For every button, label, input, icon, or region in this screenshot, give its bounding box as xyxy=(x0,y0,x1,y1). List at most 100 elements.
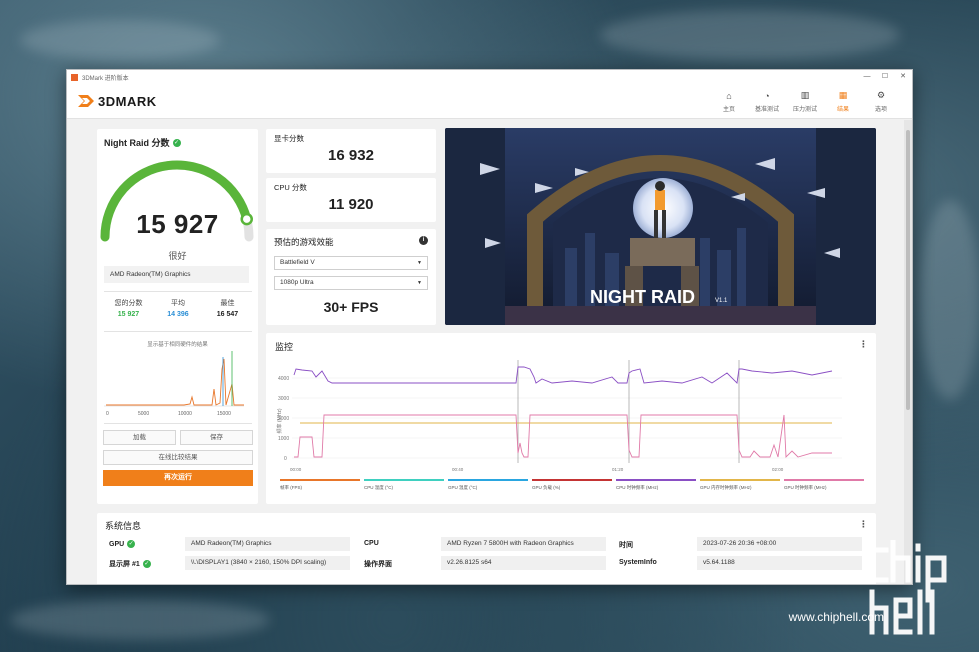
stat-best: 最佳 16 547 xyxy=(203,298,252,318)
y-tick: 2000 xyxy=(278,416,289,422)
more-options-icon[interactable]: ⋮ xyxy=(859,519,868,530)
graphics-score-label: 显卡分数 xyxy=(274,134,304,143)
histogram-caption: 显示基于相同硬件的结果 xyxy=(147,342,208,348)
save-button[interactable]: 保存 xyxy=(180,430,253,445)
score-title: Night Raid 分数 ✓ xyxy=(104,136,181,149)
cpu-score-card: CPU 分数 11 920 xyxy=(266,178,436,222)
scrollbar-thumb[interactable] xyxy=(906,130,910,410)
night-raid-banner: NIGHT RAID V1.1 xyxy=(445,128,876,325)
nav-stress-tests[interactable]: ▥ 压力测试 xyxy=(786,90,824,113)
legend-label: CPU 温度 (°C) xyxy=(364,484,394,491)
title-bar: 3DMark 进阶版本 — ☐ ✕ xyxy=(67,70,912,84)
monitor-legend: 帧率 (FPS) CPU 温度 (°C) GPU 温度 (°C) GPU 负载 … xyxy=(280,479,864,491)
monitor-title: 监控 xyxy=(275,342,294,352)
game-select[interactable]: Battlefield V ▼ xyxy=(274,256,428,270)
sysinfo-ui-value: v2.26.8125 s64 xyxy=(441,556,606,570)
nav-label: 主页 xyxy=(722,106,735,113)
minimize-button[interactable]: — xyxy=(858,70,876,84)
stat-value: 15 927 xyxy=(117,311,140,318)
stat-your-score: 您的分数 15 927 xyxy=(104,298,153,318)
y-tick: 3000 xyxy=(278,396,289,402)
banner-version: V1.1 xyxy=(715,298,728,304)
cpu-score-value: 11 920 xyxy=(328,196,374,213)
background-foam xyxy=(600,10,900,60)
gauge-icon: ◔ xyxy=(764,90,770,101)
app-header: 3DMARK ⌂ 主页 ◔ 基准测试 ▥ 压力测试 ▦ 结果 ⚙ 选项 xyxy=(67,84,912,119)
hist-tick: 0 xyxy=(106,411,109,417)
score-title-text: Night Raid 分数 xyxy=(104,138,170,148)
legend-swatch xyxy=(784,479,864,481)
banner-title: NIGHT RAID xyxy=(590,287,695,307)
nav-label: 选项 xyxy=(874,106,887,113)
stat-value: 16 547 xyxy=(216,311,239,318)
cpu-score-label: CPU 分数 xyxy=(274,183,307,192)
legend-swatch xyxy=(364,479,444,481)
monitor-chart: 频率 (MHz) 4000 3000 2000 1000 0 00:00 00:… xyxy=(276,360,864,491)
x-tick: 00:00 xyxy=(290,467,302,472)
maximize-button[interactable]: ☐ xyxy=(876,70,894,84)
logo-text: 3DMARK xyxy=(98,93,157,109)
stat-label: 平均 xyxy=(171,300,185,307)
sysinfo-label-text: 显示屏 #1 xyxy=(109,561,140,568)
nav-benchmarks[interactable]: ◔ 基准测试 xyxy=(748,90,786,113)
series-cpu-clock xyxy=(293,366,833,384)
sysinfo-ui-label: 操作界面 xyxy=(364,561,392,568)
stat-label: 您的分数 xyxy=(114,300,143,307)
watermark-url: www.chiphell.com xyxy=(788,610,884,624)
divider xyxy=(104,291,252,292)
score-card: Night Raid 分数 ✓ 15 927 很好 AMD Radeon(TM)… xyxy=(97,129,258,504)
monitor-card: 监控 ⋮ 频率 (MHz) 4000 3000 2000 1000 0 00:0… xyxy=(266,333,876,504)
check-icon: ✓ xyxy=(142,560,151,568)
stat-label: 最佳 xyxy=(220,300,235,307)
score-histogram: 0 5000 10000 15000 xyxy=(104,351,244,417)
sysinfo-label-text: GPU xyxy=(109,540,125,548)
load-button[interactable]: 加载 xyxy=(103,430,176,445)
nav-label: 结果 xyxy=(836,106,849,113)
score-rating: 很好 xyxy=(168,251,187,261)
score-gpu-name: AMD Radeon(TM) Graphics xyxy=(104,266,249,283)
hist-tick: 15000 xyxy=(217,411,231,417)
sysinfo-display-label: 显示屏 #1 ✓ xyxy=(109,559,151,569)
sysinfo-systeminfo-value: v5.64.1188 xyxy=(697,556,862,570)
legend-label: GPU 内存时钟频率 (MHz) xyxy=(700,484,752,491)
logo: 3DMARK xyxy=(77,94,157,109)
nav-label: 基准测试 xyxy=(754,106,779,113)
legend-label: GPU 负载 (%) xyxy=(532,484,561,491)
legend-label: GPU 温度 (°C) xyxy=(448,484,478,491)
system-info-card: 系统信息 ⋮ GPU ✓ AMD Radeon(TM) Graphics 显示屏… xyxy=(97,513,876,584)
chiphell-watermark-logo xyxy=(869,540,947,635)
hist-tick: 10000 xyxy=(178,411,192,417)
compare-online-button[interactable]: 在线比较结果 xyxy=(103,450,253,465)
more-options-icon[interactable]: ⋮ xyxy=(859,339,868,350)
stat-average: 平均 14 396 xyxy=(154,298,203,318)
legend-label: 帧率 (FPS) xyxy=(280,484,303,491)
background-foam xyxy=(920,200,979,400)
sysinfo-gpu-value: AMD Radeon(TM) Graphics xyxy=(185,537,350,551)
game-performance-title: 预估的游戏效能 xyxy=(274,237,334,247)
legend-label: CPU 时钟频率 (MHz) xyxy=(616,484,659,491)
run-again-button[interactable]: 再次运行 xyxy=(103,470,253,486)
check-icon: ✓ xyxy=(172,138,181,147)
nav-options[interactable]: ⚙ 选项 xyxy=(862,90,900,113)
info-icon[interactable]: i xyxy=(419,236,428,245)
estimated-fps: 30+ FPS xyxy=(323,299,379,315)
check-icon: ✓ xyxy=(127,540,136,548)
nav-results[interactable]: ▦ 结果 xyxy=(824,90,862,113)
preset-select[interactable]: 1080p Ultra ▼ xyxy=(274,276,428,290)
scrollbar[interactable] xyxy=(904,120,912,584)
background-foam xyxy=(10,600,270,640)
hist-tick: 5000 xyxy=(138,411,149,417)
close-button[interactable]: ✕ xyxy=(894,70,912,84)
game-select-value: Battlefield V xyxy=(280,259,315,266)
banner-artwork: NIGHT RAID V1.1 xyxy=(445,128,876,325)
legend-swatch xyxy=(448,479,528,481)
main-nav: ⌂ 主页 ◔ 基准测试 ▥ 压力测试 ▦ 结果 ⚙ 选项 xyxy=(710,90,900,113)
graphics-score-value: 16 932 xyxy=(328,147,374,164)
nav-home[interactable]: ⌂ 主页 xyxy=(710,90,748,113)
logo-flame-icon xyxy=(78,95,94,107)
legend-swatch xyxy=(280,479,360,481)
window-title: 3DMark 进阶版本 xyxy=(82,75,129,82)
y-tick: 0 xyxy=(284,456,287,462)
gear-icon: ⚙ xyxy=(876,90,886,100)
legend-label: GPU 时钟频率 (MHz) xyxy=(784,484,827,491)
